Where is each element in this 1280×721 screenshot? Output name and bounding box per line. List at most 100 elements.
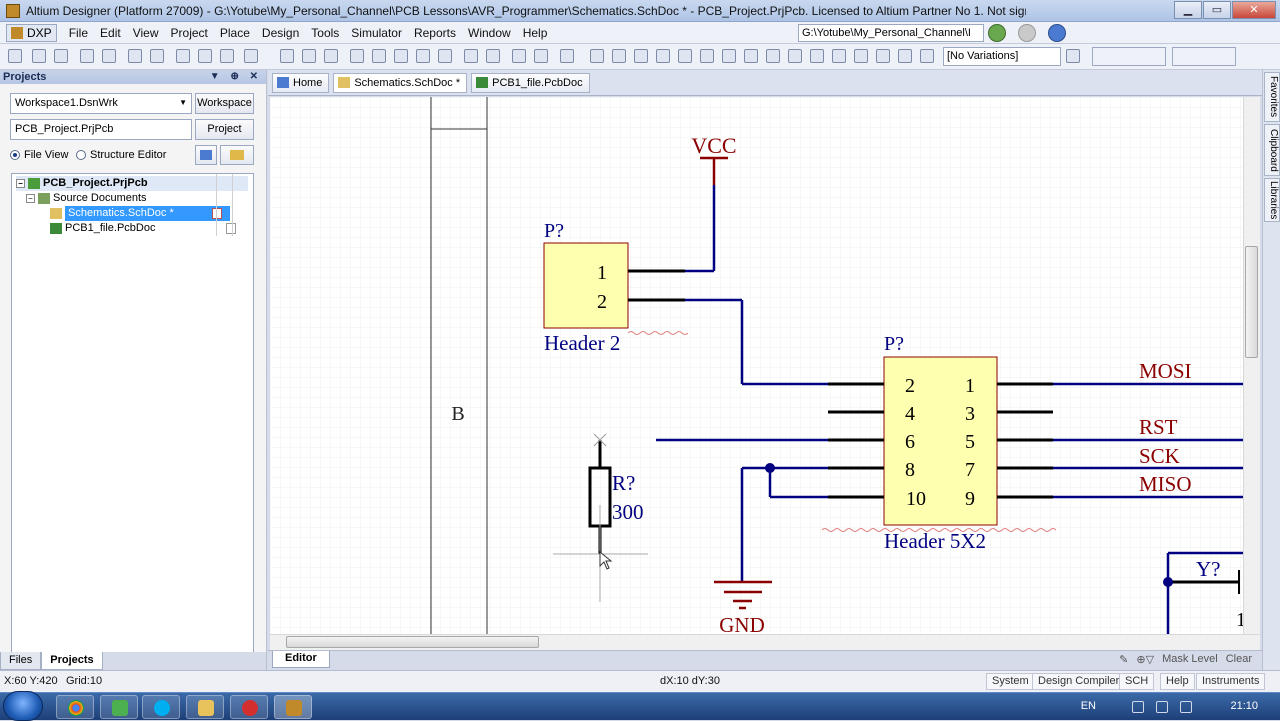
junction-dot[interactable] [765,463,775,473]
vertical-scroll-thumb[interactable] [1245,246,1258,358]
tab-editor[interactable]: Editor [272,651,330,668]
tree-project-row[interactable]: − PCB_Project.PrjPcb [16,176,248,191]
menu-simulator[interactable]: Simulator [345,26,408,40]
tab-favorites[interactable]: Favorites [1264,72,1280,122]
tray-network-icon[interactable] [1132,701,1144,713]
taskbar-altium[interactable] [274,695,312,719]
language-indicator[interactable]: EN [1081,700,1096,712]
workspace-button[interactable]: Workspace [195,93,254,114]
open-project-button[interactable] [220,145,254,165]
tab-projects[interactable]: Projects [41,652,103,670]
tree-folder-row[interactable]: − Source Documents [26,191,147,206]
sheet-entry-icon[interactable] [788,49,802,63]
status-help-button[interactable]: Help [1160,673,1195,690]
undo-icon[interactable] [464,49,478,63]
header5x2-body[interactable] [883,356,998,526]
print-icon[interactable] [80,49,94,63]
workspace-combo[interactable]: Workspace1.DsnWrk ▼ [10,93,192,114]
status-sch-button[interactable]: SCH [1119,673,1155,690]
port-icon[interactable] [876,49,890,63]
variant-icon[interactable] [1066,49,1080,63]
header5x2-name[interactable]: Header 5X2 [884,529,986,553]
tab-files[interactable]: Files [0,652,42,670]
document-path-combo[interactable]: G:\Yotube\My_Personal_Channel\I [798,24,984,42]
tab-libraries[interactable]: Libraries [1264,178,1280,222]
gnd-port-icon[interactable] [700,49,714,63]
vcc-port-label[interactable]: VCC [691,133,736,158]
project-field[interactable]: PCB_Project.PrjPcb [10,119,192,140]
minimize-button[interactable]: ▁ [1174,1,1202,19]
taskbar-chrome[interactable] [56,695,94,719]
project-options-button[interactable] [195,145,217,165]
junction-dot[interactable] [1163,577,1173,587]
schematic-canvas[interactable]: B VCC P? 1 2 Header 2 P? 2 4 6 8 10 1 3 … [270,97,1243,634]
mask-pen-icon[interactable]: ✎ [1115,653,1132,666]
forward-nav-icon[interactable] [1018,24,1036,42]
zoom-area-icon[interactable] [176,49,190,63]
start-button[interactable] [3,691,43,721]
partial-designator[interactable]: Y? [1196,557,1221,581]
schematic-sheet[interactable]: B VCC P? 1 2 Header 2 P? 2 4 6 8 10 1 3 … [270,97,1243,634]
signal-harness-icon[interactable] [634,49,648,63]
harness-connector-icon[interactable] [832,49,846,63]
header2-body[interactable] [543,242,629,329]
panel-controls[interactable]: ▼ ⊕ ✕ [210,70,262,84]
zoom-dropdown-icon[interactable] [244,49,258,63]
menu-project[interactable]: Project [165,26,214,40]
status-system-button[interactable]: System [986,673,1035,690]
tab-home[interactable]: Home [272,72,330,93]
menu-reports[interactable]: Reports [408,26,462,40]
back-nav-icon[interactable] [988,24,1006,42]
open-folder-icon[interactable] [32,49,46,63]
zoom-fit-icon[interactable] [150,49,164,63]
tab-clipboard[interactable]: Clipboard [1264,124,1280,176]
nav-home-icon[interactable] [1048,24,1066,42]
cross-probe-icon[interactable] [534,49,548,63]
menu-help[interactable]: Help [517,26,554,40]
save-icon[interactable] [54,49,68,63]
structure-editor-radio[interactable]: Structure Editor [76,149,166,161]
open-device-icon[interactable] [128,49,142,63]
wire-icon[interactable] [590,49,604,63]
sheet-symbol-icon[interactable] [766,49,780,63]
no-erc-generic-icon[interactable] [920,49,934,63]
no-erc-icon[interactable] [898,49,912,63]
zoom-combo[interactable] [1172,47,1236,66]
close-button[interactable]: ✕ [1232,1,1276,19]
clear-filter-icon[interactable] [438,49,452,63]
vcc-port-icon[interactable] [722,49,736,63]
zoom-filter-icon[interactable] [220,49,234,63]
cut-icon[interactable] [280,49,294,63]
header2-designator[interactable]: P? [544,220,564,242]
maximize-button[interactable]: ▭ [1203,1,1231,19]
tree-schematic-row[interactable]: Schematics.SchDoc * [50,206,250,221]
horizontal-scroll-thumb[interactable] [286,636,539,648]
browse-library-icon[interactable] [560,49,574,63]
variations-combo[interactable]: [No Variations] [943,47,1061,66]
menu-window[interactable]: Window [462,26,517,40]
taskbar-recorder[interactable] [230,695,268,719]
resistor-value[interactable]: 300 [612,500,644,524]
gnd-label[interactable]: GND [719,613,765,634]
collapse-icon[interactable]: − [16,179,25,188]
resistor-designator[interactable]: R? [612,471,635,495]
clear-button[interactable]: Clear [1222,653,1256,666]
layer-combo[interactable] [1092,47,1166,66]
move-icon[interactable] [394,49,408,63]
zoom-selected-icon[interactable] [198,49,212,63]
vertical-scrollbar[interactable] [1243,97,1260,634]
new-doc-icon[interactable] [8,49,22,63]
net-label-sck[interactable]: SCK [1139,444,1180,468]
hierarchy-icon[interactable] [512,49,526,63]
net-label-icon[interactable] [678,49,692,63]
tab-schematics[interactable]: Schematics.SchDoc * [333,72,468,93]
device-sheet-icon[interactable] [810,49,824,63]
net-label-rst[interactable]: RST [1139,415,1178,439]
menu-tools[interactable]: Tools [305,26,345,40]
tree-pcb-row[interactable]: PCB1_file.PcbDoc [50,221,250,236]
taskbar-app-green[interactable] [100,695,138,719]
menu-view[interactable]: View [127,26,165,40]
collapse-icon[interactable]: − [26,194,35,203]
harness-entry-icon[interactable] [854,49,868,63]
status-instruments-button[interactable]: Instruments [1196,673,1266,690]
